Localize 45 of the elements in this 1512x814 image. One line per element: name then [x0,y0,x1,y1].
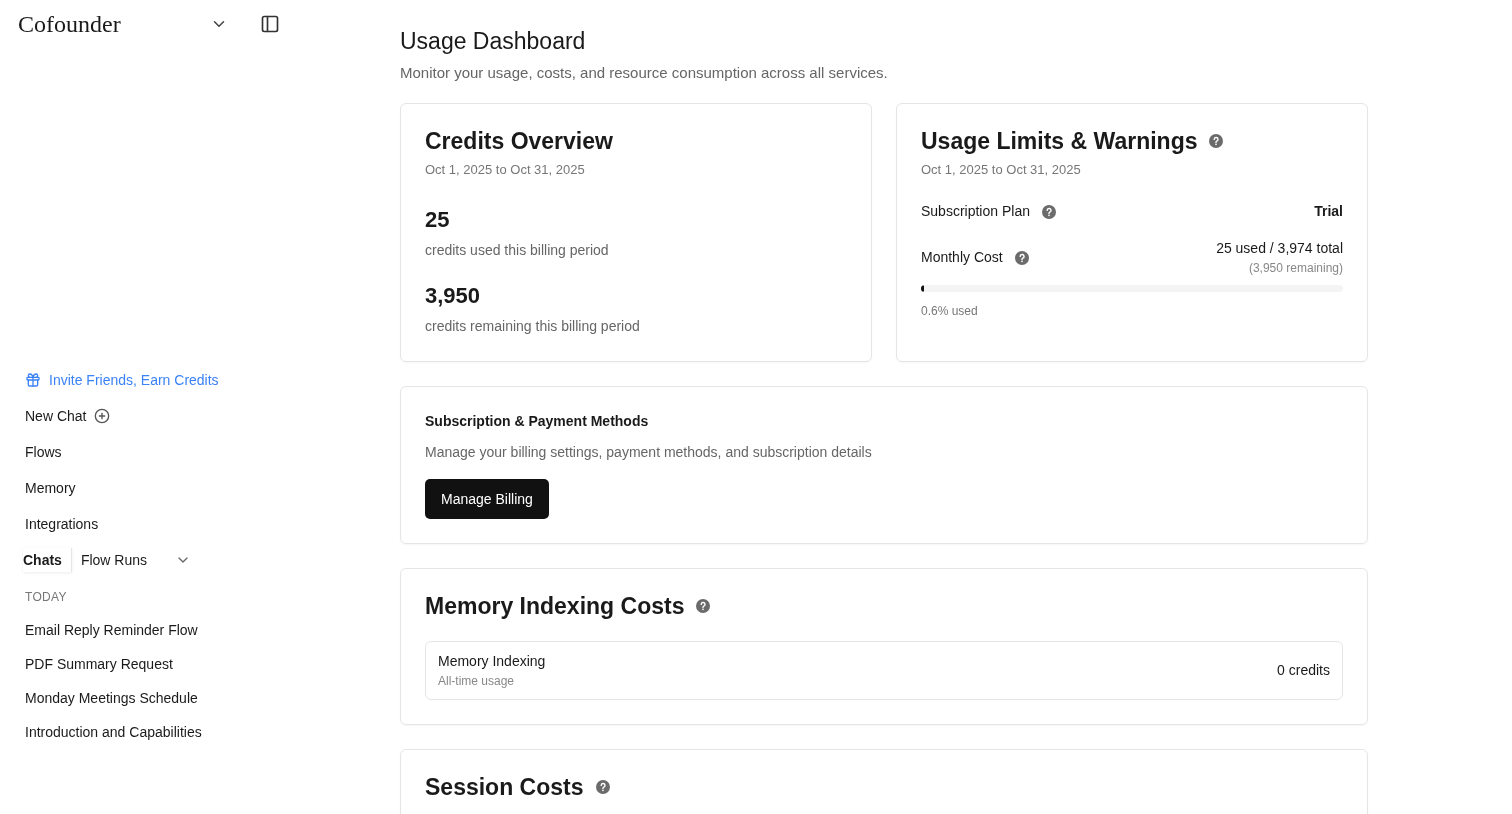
usage-note: All-time usage [438,673,516,690]
chat-item[interactable]: Email Reply Reminder Flow [25,620,275,640]
help-icon[interactable] [1209,133,1224,148]
stat-label: credits used this billing period [425,241,610,260]
remaining-text: (3,950 remaining) [1248,260,1343,277]
sidebar-toggle-icon[interactable] [260,14,280,34]
sidebar-tab[interactable]: Flow Runs [80,548,157,572]
brand-logo: Cofounder [18,10,122,39]
section-title: Subscription & Payment Methods [425,412,650,431]
nav-item[interactable]: Integrations [25,513,99,535]
page-subtitle: Monitor your usage, costs, and resource consumption across all services. [400,63,889,83]
invite-link[interactable]: Invite Friends, Earn Credits [25,368,275,392]
help-icon[interactable] [1014,250,1029,265]
page-title: Usage Dashboard [400,27,587,56]
card-title: Session Costs [425,773,584,802]
card-title: Credits Overview [425,126,614,156]
date-range: Oct 1, 2025 to Oct 31, 2025 [921,160,1082,179]
usage-name: Memory Indexing [438,652,546,671]
sidebar-tab[interactable]: Chats [23,548,72,572]
nav-item[interactable]: Memory [25,477,76,499]
stat-label: credits remaining this billing period [425,317,641,336]
plan-label: Subscription Plan [921,202,1030,221]
section-description: Manage your billing settings, payment methods, and subscription details [425,443,873,462]
nav-item[interactable]: Flows [25,441,62,463]
plus-icon[interactable] [94,408,111,424]
stat-value: 25 [425,206,451,234]
section-label: TODAY [25,589,68,606]
usage-percent: 0.6% used [921,303,979,320]
cost-value: 25 used / 3,974 total [1216,239,1343,258]
stat-value: 3,950 [425,282,482,310]
card-title: Usage Limits & Warnings [921,126,1198,156]
card-title: Memory Indexing Costs [425,592,685,621]
usage-value: 0 credits [1277,661,1330,680]
chat-item[interactable]: Monday Meetings Schedule [25,688,275,708]
gift-icon [25,372,41,388]
nav-item[interactable]: New Chat [25,405,87,427]
plan-value: Trial [1314,202,1343,221]
help-icon[interactable] [1041,204,1056,219]
help-icon[interactable] [696,599,711,613]
date-range: Oct 1, 2025 to Oct 31, 2025 [425,160,586,179]
manage-billing-button[interactable]: Manage Billing [425,479,549,519]
cost-label: Monthly Cost [921,248,1003,267]
chat-item[interactable]: PDF Summary Request [25,654,275,674]
help-icon[interactable] [595,780,610,794]
chat-item[interactable]: Introduction and Capabilities [25,722,275,742]
